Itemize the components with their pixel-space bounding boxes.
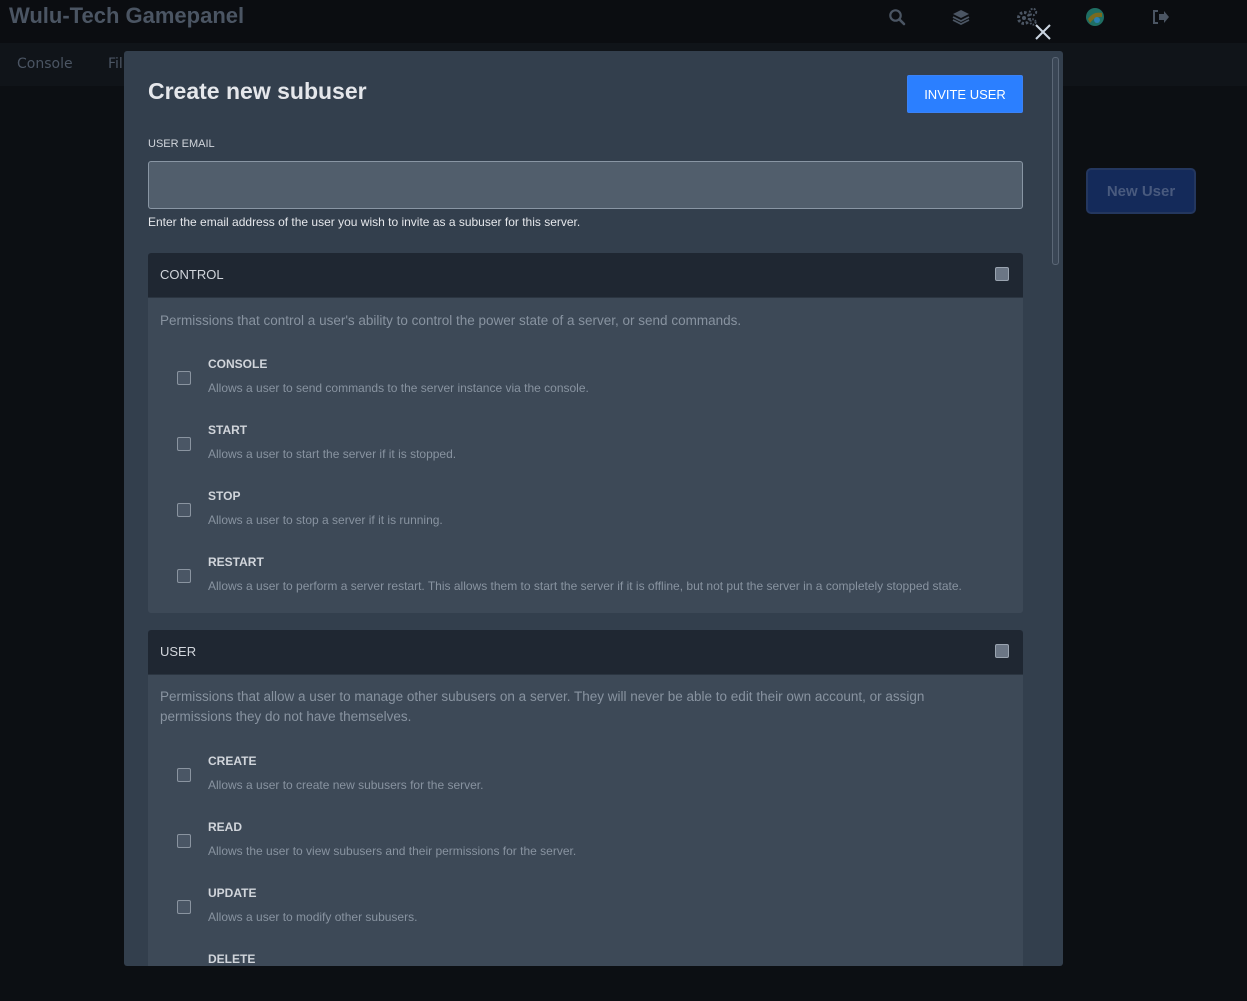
permission-group-header: USER bbox=[148, 630, 1023, 675]
permission-name: START bbox=[208, 423, 248, 437]
search-icon[interactable] bbox=[886, 6, 908, 28]
permission-group-title: CONTROL bbox=[160, 267, 224, 282]
select-all-user-checkbox[interactable] bbox=[995, 644, 1009, 658]
permission-description: Allows a user to send commands to the se… bbox=[208, 381, 589, 395]
permission-row-create: CREATE Allows a user to create new subus… bbox=[148, 754, 1023, 804]
permission-row-update: UPDATE Allows a user to modify other sub… bbox=[148, 886, 1023, 936]
invite-user-button[interactable]: INVITE USER bbox=[907, 75, 1023, 113]
permission-group-user: USER Permissions that allow a user to ma… bbox=[148, 630, 1023, 966]
permission-row-start: START Allows a user to start the server … bbox=[148, 423, 1023, 473]
permission-group-description: Permissions that allow a user to manage … bbox=[160, 689, 925, 724]
permission-row-stop: STOP Allows a user to stop a server if i… bbox=[148, 489, 1023, 539]
permission-group-description: Permissions that control a user's abilit… bbox=[160, 313, 742, 328]
permission-checkbox-update[interactable] bbox=[177, 900, 191, 914]
permission-name: CONSOLE bbox=[208, 357, 268, 371]
close-icon[interactable] bbox=[1031, 20, 1055, 44]
new-user-button[interactable]: New User bbox=[1086, 168, 1196, 214]
permission-checkbox-stop[interactable] bbox=[177, 503, 191, 517]
scrollbar-thumb[interactable] bbox=[1052, 57, 1059, 265]
permission-description: Allows the user to view subusers and the… bbox=[208, 844, 577, 858]
permission-description: Allows a user to perform a server restar… bbox=[208, 579, 962, 593]
permission-row-read: READ Allows the user to view subusers an… bbox=[148, 820, 1023, 870]
permission-description: Allows a user to stop a server if it is … bbox=[208, 513, 443, 527]
permission-name: RESTART bbox=[208, 555, 264, 569]
avatar-icon[interactable] bbox=[1084, 6, 1106, 28]
create-subuser-modal: Create new subuser INVITE USER USER EMAI… bbox=[124, 51, 1063, 966]
permission-checkbox-restart[interactable] bbox=[177, 569, 191, 583]
modal-title: Create new subuser bbox=[148, 78, 367, 104]
brand-title[interactable]: Wulu-Tech Gamepanel bbox=[9, 3, 244, 29]
permission-row-console: CONSOLE Allows a user to send commands t… bbox=[148, 357, 1023, 407]
email-field[interactable] bbox=[148, 161, 1023, 209]
email-help-text: Enter the email address of the user you … bbox=[148, 215, 581, 229]
permission-description: Allows a user to start the server if it … bbox=[208, 447, 457, 461]
logout-icon[interactable] bbox=[1150, 6, 1172, 28]
permission-group-control: CONTROL Permissions that control a user'… bbox=[148, 253, 1023, 613]
permission-name: DELETE bbox=[208, 952, 256, 966]
email-label: USER EMAIL bbox=[148, 138, 215, 150]
permission-checkbox-start[interactable] bbox=[177, 437, 191, 451]
permission-checkbox-read[interactable] bbox=[177, 834, 191, 848]
permission-name: STOP bbox=[208, 489, 241, 503]
tab-console[interactable]: Console bbox=[17, 56, 73, 72]
permission-description: Allows a user to modify other subusers. bbox=[208, 910, 418, 924]
permission-checkbox-console[interactable] bbox=[177, 371, 191, 385]
select-all-control-checkbox[interactable] bbox=[995, 267, 1009, 281]
permission-checkbox-create[interactable] bbox=[177, 768, 191, 782]
permission-description: Allows a user to create new subusers for… bbox=[208, 778, 484, 792]
permission-name: CREATE bbox=[208, 754, 257, 768]
permission-row-delete: DELETE bbox=[148, 952, 1023, 966]
permission-row-restart: RESTART Allows a user to perform a serve… bbox=[148, 555, 1023, 605]
top-navbar: Wulu-Tech Gamepanel bbox=[0, 0, 1247, 43]
tab-files[interactable]: Fil bbox=[108, 56, 123, 72]
permission-name: UPDATE bbox=[208, 886, 257, 900]
permission-name: READ bbox=[208, 820, 243, 834]
modal-scrollbar[interactable] bbox=[1052, 55, 1059, 962]
permission-group-title: USER bbox=[160, 644, 197, 659]
layers-icon[interactable] bbox=[950, 6, 972, 28]
permission-group-header: CONTROL bbox=[148, 253, 1023, 298]
